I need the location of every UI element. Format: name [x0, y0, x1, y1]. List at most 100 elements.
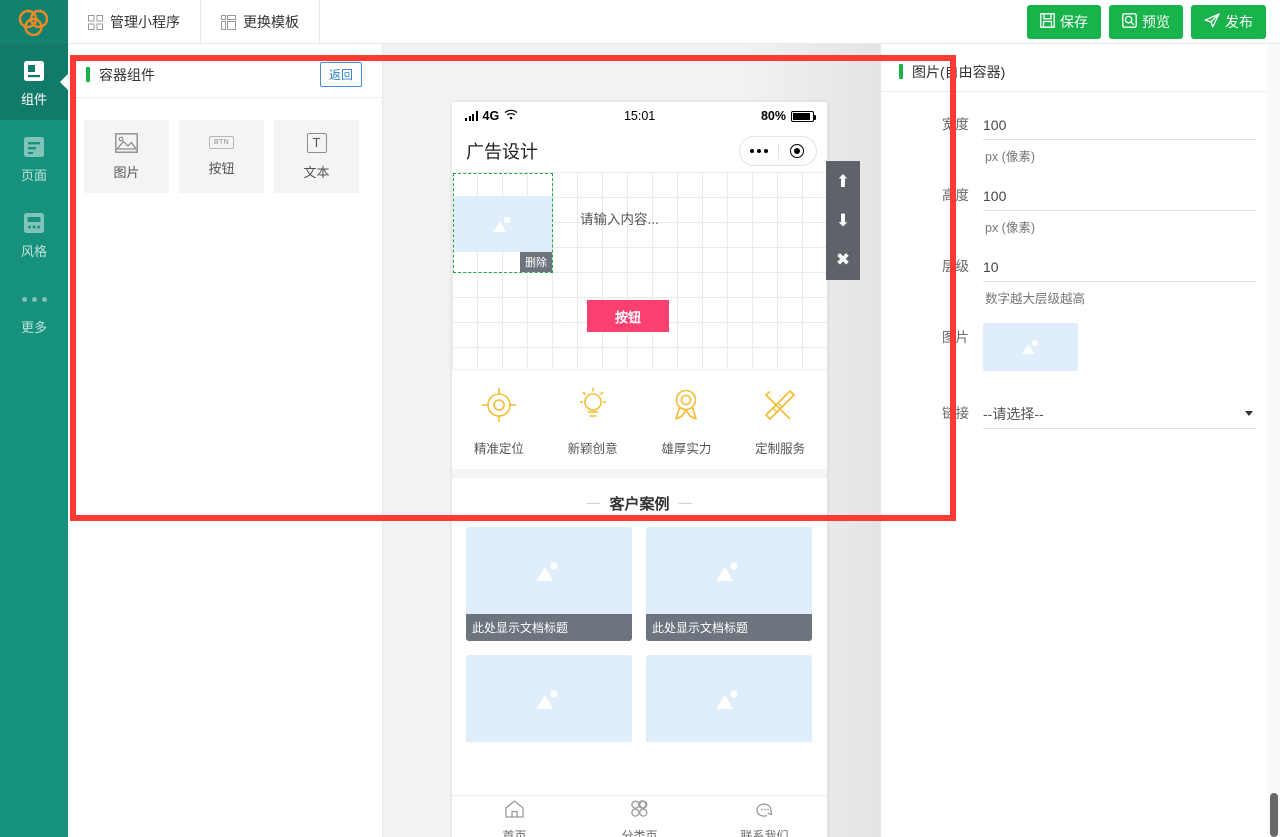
status-right: 80% [761, 109, 816, 123]
move-up-button[interactable]: ⬆ [836, 173, 850, 190]
target-circle-icon [790, 144, 805, 158]
field-hint: px (像素) [985, 221, 1036, 235]
field-control: --请选择-- [983, 399, 1256, 429]
style-icon [0, 210, 68, 236]
picture-placeholder-icon [493, 217, 510, 232]
phone-preview: 4G 15:01 80% 广告设计 删除 请输入内容... 按钮 精准定位 新颖… [452, 102, 827, 837]
picture-placeholder-icon [1021, 340, 1038, 354]
save-icon [1040, 12, 1055, 31]
canvas-text-element[interactable]: 请输入内容... [580, 208, 659, 228]
feature-label: 雄厚实力 [661, 442, 712, 456]
wifi-icon [504, 109, 518, 123]
case-card[interactable] [466, 655, 632, 742]
canvas-area: 4G 15:01 80% 广告设计 删除 请输入内容... 按钮 精准定位 新颖… [383, 44, 880, 837]
tab-label: 分类页 [621, 829, 658, 837]
case-card-caption: 此处显示文档标题 [466, 614, 632, 641]
image-thumbnail[interactable] [983, 323, 1078, 371]
field-row-link: 链接 --请选择-- [891, 399, 1256, 429]
tab-label: 联系我们 [740, 829, 789, 837]
menu-item-change-template[interactable]: 更换模板 [201, 0, 320, 44]
case-card-image [646, 527, 812, 614]
tab-contact-us[interactable]: 联系我们 [702, 799, 827, 837]
page-scrollbar-track[interactable] [1267, 44, 1280, 837]
decorative-dash-left [587, 503, 601, 504]
layout-icon [221, 14, 236, 30]
network-label: 4G [482, 109, 500, 123]
case-card-caption: 此处显示文档标题 [646, 614, 812, 641]
link-select[interactable]: --请选择-- [983, 399, 1256, 429]
case-card[interactable]: 此处显示文档标题 [466, 527, 632, 641]
page-scrollbar-thumb[interactable] [1270, 793, 1278, 837]
case-card[interactable] [646, 655, 812, 742]
text-icon-glyph: T [306, 132, 327, 153]
field-label: 高度 [942, 188, 969, 203]
zindex-input[interactable] [983, 252, 1256, 282]
field-hint [983, 371, 1256, 393]
picture-placeholder-icon [716, 561, 738, 581]
status-left: 4G [465, 109, 518, 123]
more-dots-icon [0, 286, 68, 312]
decorative-dash-right [678, 503, 692, 504]
field-hint: px (像素) [985, 150, 1036, 164]
width-input[interactable] [983, 110, 1256, 140]
delete-badge[interactable]: 删除 [520, 252, 552, 272]
feature-item-custom-service[interactable]: 定制服务 [733, 386, 827, 457]
logo[interactable] [0, 0, 68, 44]
selected-image-element[interactable]: 删除 [453, 173, 553, 273]
more-menu-button[interactable] [740, 149, 778, 153]
move-down-button[interactable]: ⬇ [836, 212, 850, 229]
target-icon [480, 386, 518, 429]
field-row-image: 图片 [891, 323, 1256, 393]
app-root: 管理小程序 更换模板 保存 预览 发布 组件 页面 风格 更多 容器组件 返回 … [0, 0, 1280, 837]
grid-icon [88, 14, 103, 30]
text-icon: T [306, 132, 327, 153]
component-tile-grid: 图片 BTN 按钮 T 文本 [68, 98, 382, 215]
preview-button[interactable]: 预览 [1109, 4, 1183, 39]
component-tile-button[interactable]: BTN 按钮 [179, 120, 264, 193]
picture-placeholder-icon [536, 561, 558, 581]
page-title: 广告设计 [466, 142, 538, 162]
feature-item-novel-creativity[interactable]: 新颖创意 [546, 386, 640, 457]
image-icon [115, 132, 138, 153]
feature-item-strong-capability[interactable]: 雄厚实力 [640, 386, 734, 457]
component-tile-text[interactable]: T 文本 [274, 120, 359, 193]
sidebar-item-components[interactable]: 组件 [0, 44, 68, 120]
page-icon [0, 134, 68, 160]
component-panel-header: 容器组件 返回 [68, 52, 382, 98]
canvas-button-element[interactable]: 按钮 [587, 300, 669, 332]
field-row-width: 宽度 px (像素) [891, 110, 1256, 175]
menu-item-manage-miniprogram[interactable]: 管理小程序 [68, 0, 201, 44]
publish-button[interactable]: 发布 [1191, 4, 1266, 39]
save-button[interactable]: 保存 [1027, 4, 1101, 39]
properties-panel: 图片(自由容器) 宽度 px (像素) 高度 px (像素) 层级 [880, 44, 1280, 837]
panel-title: 容器组件 [99, 66, 155, 83]
preview-button-label: 预览 [1142, 13, 1170, 30]
height-input[interactable] [983, 181, 1256, 211]
field-control: 数字越大层级越高 [983, 252, 1256, 317]
case-card-image [646, 655, 812, 742]
case-card-image [466, 655, 632, 742]
sidebar-item-page[interactable]: 页面 [0, 120, 68, 196]
status-time: 15:01 [623, 109, 656, 123]
chat-icon [754, 799, 775, 824]
tab-category[interactable]: 分类页 [577, 799, 702, 837]
close-miniprogram-button[interactable] [779, 144, 817, 158]
tab-home[interactable]: 首页 [452, 799, 577, 837]
case-card-image [466, 527, 632, 614]
phone-status-bar: 4G 15:01 80% [452, 102, 827, 130]
sidebar-item-style[interactable]: 风格 [0, 196, 68, 272]
field-hint: 数字越大层级越高 [985, 292, 1086, 306]
component-tile-image[interactable]: 图片 [84, 120, 169, 193]
bulb-icon [574, 386, 612, 429]
case-card[interactable]: 此处显示文档标题 [646, 527, 812, 641]
feature-item-precise-positioning[interactable]: 精准定位 [452, 386, 546, 457]
sidebar-item-more[interactable]: 更多 [0, 272, 68, 348]
design-canvas[interactable]: 删除 请输入内容... 按钮 [452, 172, 827, 369]
back-button[interactable]: 返回 [319, 62, 362, 87]
miniprogram-capsule[interactable] [739, 136, 817, 166]
close-button[interactable]: ✖ [836, 251, 850, 268]
sidebar-item-label: 更多 [20, 320, 47, 335]
properties-panel-title: 图片(自由容器) [912, 63, 1006, 80]
phone-tab-bar: 首页 分类页 联系我们 [452, 795, 827, 837]
link-select-wrap: --请选择-- [983, 399, 1256, 429]
